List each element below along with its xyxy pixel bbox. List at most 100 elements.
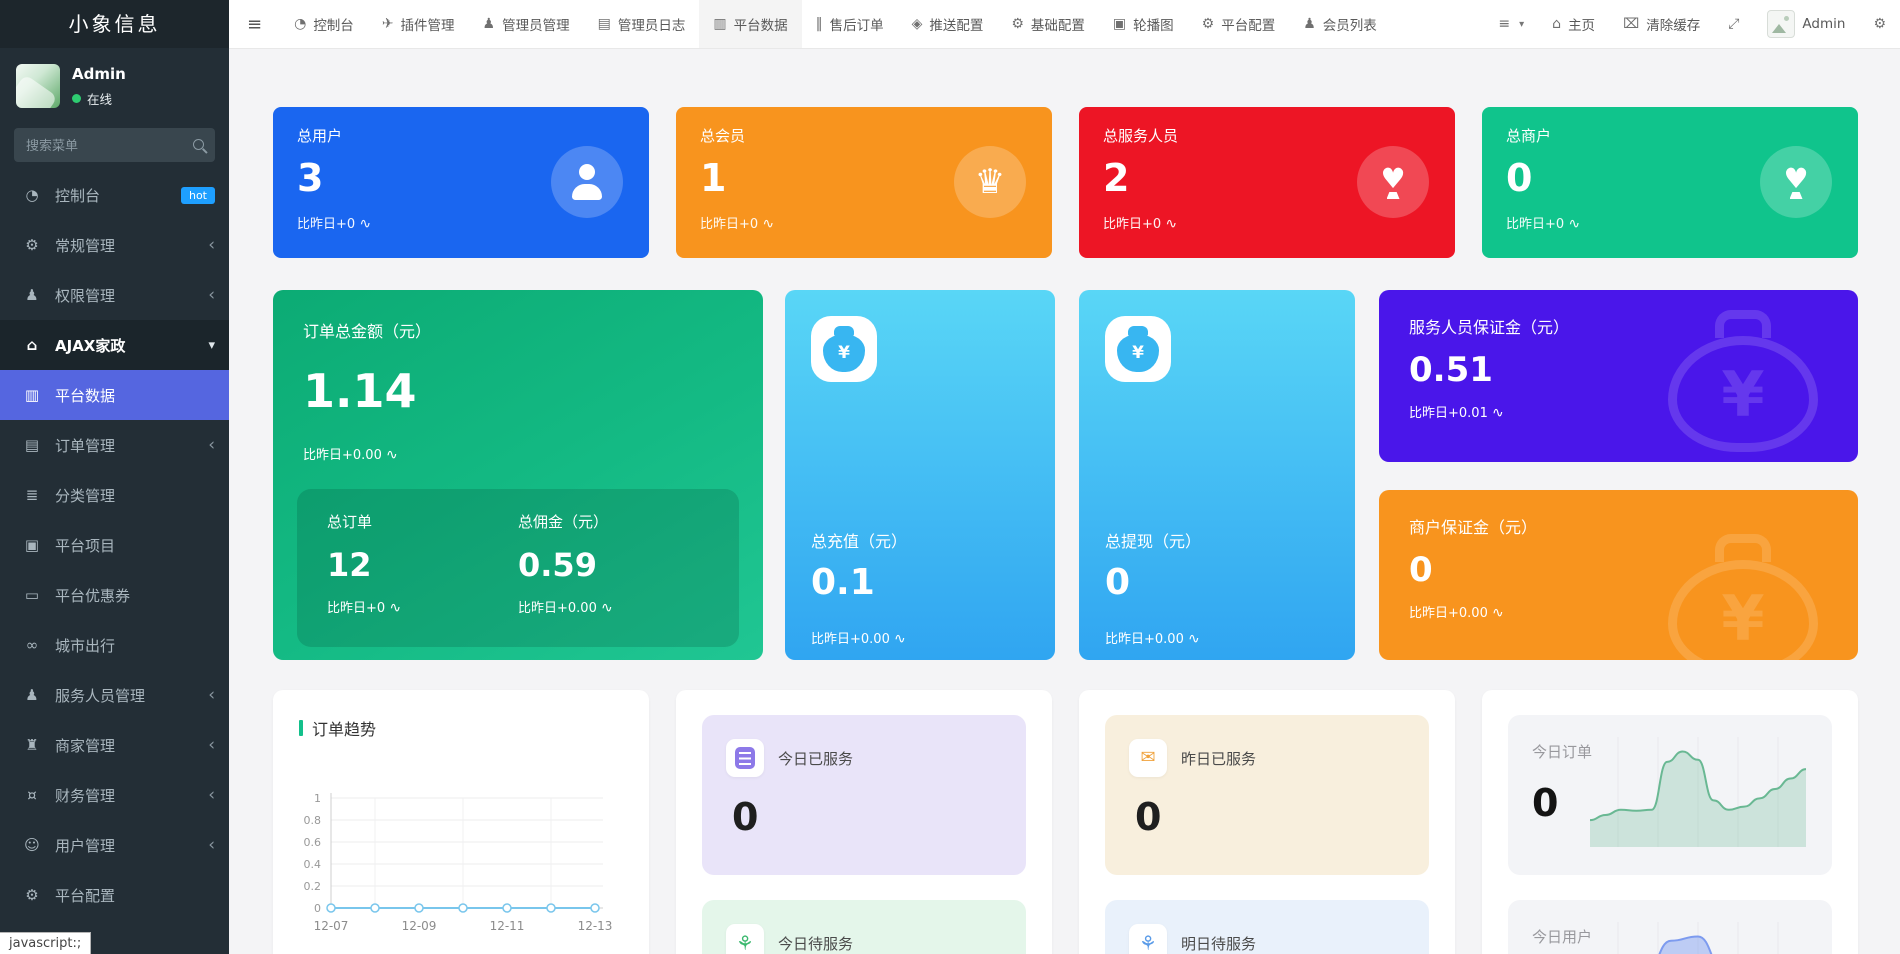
- sidebar-item-finance[interactable]: ¤ 财务管理 ‹: [0, 770, 229, 820]
- sidebar-item-platform-config[interactable]: ⚙ 平台配置: [0, 870, 229, 920]
- sidebar-item-label: 平台项目: [55, 535, 115, 556]
- nav-tab-admin-logs[interactable]: ▤ 管理员日志: [584, 0, 700, 48]
- nav-settings-button[interactable]: ⚙: [1859, 0, 1900, 48]
- sidebar-item-label: 平台优惠券: [55, 585, 130, 606]
- sidebar-item-merchants[interactable]: ♜ 商家管理 ‹: [0, 720, 229, 770]
- sidebar-item-label: 城市出行: [55, 635, 115, 656]
- sidebar-item-projects[interactable]: ▣ 平台项目: [0, 520, 229, 570]
- revenue-title: 订单总金额（元）: [303, 318, 733, 342]
- nav-menu-dropdown[interactable]: ≡ ▾: [1484, 0, 1538, 48]
- hamburger-icon: ≡: [247, 14, 262, 35]
- yesterday-served-panel[interactable]: ✉ 昨日已服务 0: [1105, 715, 1429, 875]
- user-name: Admin: [72, 65, 126, 83]
- order-trend-card: 订单趋势 00.20.40.60.8112-0712-0912-1112-13: [273, 690, 649, 954]
- user-info: Admin 在线: [72, 65, 126, 108]
- today-orders-panel[interactable]: 今日订单 0: [1508, 715, 1832, 875]
- sub-value: 0.59: [518, 546, 709, 584]
- sidebar: 小象信息 Admin 在线 ◔ 控制台 hot ⚙ 常规管理: [0, 0, 229, 954]
- home-icon: ⌂: [22, 336, 42, 354]
- nav-tab-members[interactable]: ♟ 会员列表: [1289, 0, 1391, 48]
- recharge-card[interactable]: ¥ 总充值（元） 0.1 比昨日+0.00 ∿: [785, 290, 1055, 660]
- sidebar-item-users-mgmt[interactable]: ☺ 用户管理 ‹: [0, 820, 229, 870]
- sidebar-item-platform-data[interactable]: ▥ 平台数据: [0, 370, 229, 420]
- chart-icon: ▥: [713, 16, 726, 32]
- orders-icon: ▤: [22, 436, 42, 454]
- nav-tab-platform-config[interactable]: ⚙ 平台配置: [1188, 0, 1290, 48]
- plant-hands-icon: ⚘: [726, 924, 764, 954]
- nav-tab-console[interactable]: ◔ 控制台: [280, 0, 368, 48]
- today-users-panel[interactable]: 今日用户: [1508, 900, 1832, 954]
- svg-text:12-13: 12-13: [578, 919, 613, 933]
- nav-tab-base-config[interactable]: ⚙ 基础配置: [997, 0, 1099, 48]
- fullscreen-icon: ⤢: [1728, 16, 1739, 32]
- sidebar-item-label: 订单管理: [55, 435, 115, 456]
- stat-card-total-merchants[interactable]: 总商户 0 比昨日+0 ∿ ♥: [1482, 107, 1858, 258]
- panel-label: 明日待服务: [1181, 933, 1256, 954]
- merchant-deposit-card[interactable]: 商户保证金（元） 0 比昨日+0.00 ∿ ¥: [1379, 490, 1858, 660]
- sidebar-item-city-travel[interactable]: ∞ 城市出行: [0, 620, 229, 670]
- sidebar-item-console[interactable]: ◔ 控制台 hot: [0, 170, 229, 220]
- stat-card-total-staff[interactable]: 总服务人员 2 比昨日+0 ∿ ♥: [1079, 107, 1455, 258]
- crown-icon: ♛: [954, 146, 1026, 218]
- fullscreen-button[interactable]: ⤢: [1714, 0, 1753, 48]
- sidebar-item-label: 商家管理: [55, 735, 115, 756]
- panel-label: 今日待服务: [778, 933, 853, 954]
- nav-user-menu[interactable]: Admin: [1753, 0, 1859, 48]
- car-icon: ∞: [22, 636, 42, 654]
- today-service-card: 今日已服务 0 ⚘ 今日待服务: [676, 690, 1052, 954]
- stat-card-total-members[interactable]: 总会员 1 比昨日+0 ∿ ♛: [676, 107, 1052, 258]
- nav-clear-cache-button[interactable]: ⌧ 清除缓存: [1609, 0, 1714, 48]
- category-icon: ≣: [22, 486, 42, 504]
- sidebar-item-categories[interactable]: ≣ 分类管理: [0, 470, 229, 520]
- staff-deposit-card[interactable]: 服务人员保证金（元） 0.51 比昨日+0.01 ∿ ¥: [1379, 290, 1858, 462]
- recharge-value: 0.1: [811, 562, 875, 603]
- nav-tab-push-config[interactable]: ◈ 推送配置: [898, 0, 998, 48]
- chevron-left-icon: ‹: [208, 837, 215, 854]
- sidebar-item-coupons[interactable]: ▭ 平台优惠券: [0, 570, 229, 620]
- document-icon: [726, 739, 764, 777]
- order-trend-chart[interactable]: 00.20.40.60.8112-0712-0912-1112-13: [283, 786, 639, 946]
- today-served-panel[interactable]: 今日已服务 0: [702, 715, 1026, 875]
- sidebar-item-staff[interactable]: ♟ 服务人员管理 ‹: [0, 670, 229, 720]
- sidebar-item-ajax-housekeeping[interactable]: ⌂ AJAX家政 ▾: [0, 320, 229, 370]
- main-content: 总用户 3 比昨日+0 ∿ 总会员 1 比昨日+0 ∿ ♛ 总服务人员 2 比昨…: [229, 48, 1900, 954]
- today-orders-sparkline: [1578, 727, 1818, 857]
- withdraw-value: 0: [1105, 562, 1130, 603]
- today-pending-panel[interactable]: ⚘ 今日待服务: [702, 900, 1026, 954]
- withdraw-card[interactable]: ¥ 总提现（元） 0 比昨日+0.00 ∿: [1079, 290, 1355, 660]
- log-icon: ▤: [598, 16, 611, 32]
- sidebar-item-permissions[interactable]: ♟ 权限管理 ‹: [0, 270, 229, 320]
- svg-text:0.4: 0.4: [304, 858, 322, 871]
- caret-down-icon: ▾: [1519, 19, 1524, 30]
- admin-dashboard: 小象信息 Admin 在线 ◔ 控制台 hot ⚙ 常规管理: [0, 0, 1900, 954]
- nav-tab-carousel[interactable]: ▣ 轮播图: [1099, 0, 1188, 48]
- sidebar-toggle-button[interactable]: ≡: [229, 0, 280, 48]
- trend-icon: ∿: [1188, 631, 1200, 647]
- coupon-icon: ▭: [22, 586, 42, 604]
- stat-title: 总用户: [297, 125, 625, 146]
- tomorrow-pending-panel[interactable]: ⚘ 明日待服务: [1105, 900, 1429, 954]
- trend-icon: ∿: [386, 447, 398, 463]
- stat-card-total-users[interactable]: 总用户 3 比昨日+0 ∿: [273, 107, 649, 258]
- nav-tab-platform-data[interactable]: ▥ 平台数据: [699, 0, 801, 48]
- nav-home-link[interactable]: ⌂ 主页: [1538, 0, 1609, 48]
- revenue-card[interactable]: 订单总金额（元） 1.14 比昨日+0.00 ∿ 总订单 12 比昨日+0 ∿ …: [273, 290, 763, 660]
- order-trend-title: 订单趋势: [299, 716, 649, 740]
- config-icon: ⚙: [22, 886, 42, 904]
- nav-tab-aftersale-orders[interactable]: ‖ 售后订单: [802, 0, 898, 48]
- search-input[interactable]: [14, 128, 215, 162]
- deposit-delta: 比昨日+0.00 ∿: [1409, 602, 1828, 621]
- nav-tab-label: 轮播图: [1133, 14, 1174, 34]
- sidebar-search: [14, 128, 215, 162]
- trend-icon: ∿: [389, 600, 401, 616]
- recharge-title: 总充值（元）: [811, 528, 907, 552]
- sidebar-item-orders[interactable]: ▤ 订单管理 ‹: [0, 420, 229, 470]
- nav-tab-admins[interactable]: ♟ 管理员管理: [469, 0, 584, 48]
- today-users-sparkline: [1578, 912, 1818, 954]
- search-icon[interactable]: [193, 139, 204, 150]
- nav-tab-plugins[interactable]: ✈ 插件管理: [368, 0, 469, 48]
- user-avatar[interactable]: [16, 64, 60, 108]
- sidebar-item-general[interactable]: ⚙ 常规管理 ‹: [0, 220, 229, 270]
- deposit-title: 商户保证金（元）: [1409, 514, 1828, 538]
- panel-label: 今日已服务: [778, 748, 853, 769]
